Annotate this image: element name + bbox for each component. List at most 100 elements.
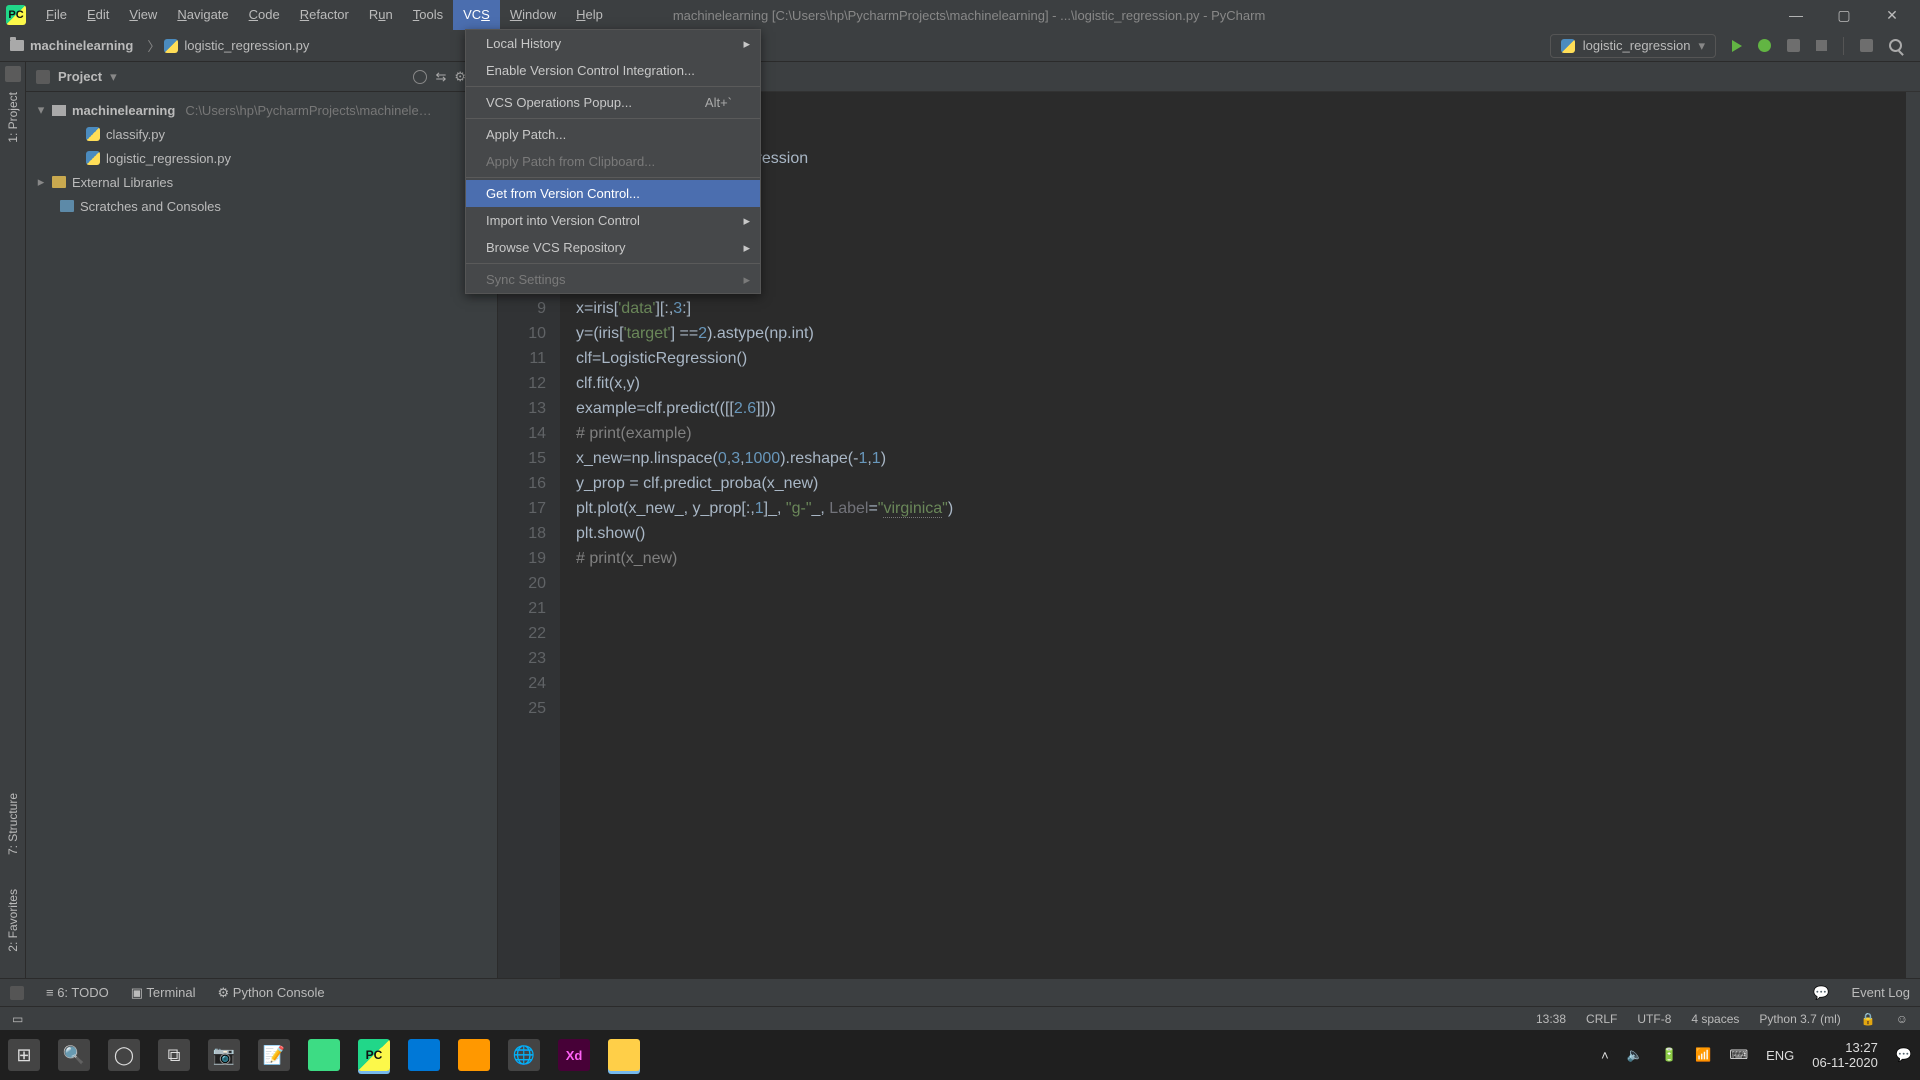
folder-icon	[52, 105, 66, 116]
notifications-icon[interactable]: 💬	[1896, 1047, 1912, 1063]
left-tab-project-label: 1: Project	[6, 86, 20, 149]
tree-root-label: machinelearning	[72, 103, 175, 118]
run-config-selector[interactable]: logistic_regression ▾	[1550, 34, 1716, 58]
tree-root-path: C:\Users\hp\PycharmProjects\machinele…	[185, 103, 431, 118]
locate-icon[interactable]	[413, 70, 427, 84]
debug-icon[interactable]	[1758, 39, 1771, 52]
status-quickdoc-icon[interactable]: ▭	[12, 1012, 23, 1026]
menu-tools[interactable]: Tools	[403, 0, 453, 30]
xd-icon[interactable]: Xd	[558, 1039, 590, 1071]
tree-file-logistic[interactable]: logistic_regression.py	[30, 146, 493, 170]
vcs-menu-item[interactable]: VCS Operations Popup...Alt+`	[466, 89, 760, 116]
status-caret-pos[interactable]: 13:38	[1536, 1012, 1566, 1026]
tree-file-classify[interactable]: classify.py	[30, 122, 493, 146]
maximize-icon[interactable]: ▢	[1820, 0, 1868, 30]
androidstudio-icon[interactable]	[308, 1039, 340, 1071]
coverage-icon[interactable]	[1787, 39, 1800, 52]
editor-error-stripe[interactable]	[1906, 92, 1920, 978]
run-icon[interactable]	[1732, 40, 1742, 52]
inspector-icon[interactable]: ☺	[1896, 1012, 1908, 1026]
bottom-tool-pyconsole[interactable]: ⚙ Python Console	[218, 985, 325, 1001]
chevron-right-icon: ▸	[743, 272, 750, 288]
menu-vcs[interactable]: VCS	[453, 0, 500, 30]
menu-file[interactable]: File	[36, 0, 77, 30]
minimize-icon[interactable]: —	[1772, 0, 1820, 30]
search-icon[interactable]	[1889, 39, 1902, 52]
bottom-tool-todo[interactable]: ≡ 6: TODO	[46, 985, 109, 1000]
wifi-icon[interactable]: 📶	[1695, 1047, 1711, 1063]
breadcrumb-file-label: logistic_regression.py	[184, 38, 309, 53]
vcs-menu-item: Sync Settings▸	[466, 266, 760, 293]
menu-help[interactable]: Help	[566, 0, 613, 30]
vcs-menu-item[interactable]: Browse VCS Repository▸	[466, 234, 760, 261]
vcs-menu-item[interactable]: Local History▸	[466, 30, 760, 57]
camera-icon[interactable]: 📷	[208, 1039, 240, 1071]
status-encoding[interactable]: UTF-8	[1637, 1012, 1671, 1026]
chevron-right-icon: ▸	[743, 213, 750, 229]
tree-external-libs[interactable]: ▸ External Libraries	[30, 170, 493, 194]
tree-file-label: logistic_regression.py	[106, 151, 231, 166]
menu-view[interactable]: View	[119, 0, 167, 30]
menu-code[interactable]: Code	[239, 0, 290, 30]
close-icon[interactable]: ✕	[1868, 0, 1916, 30]
taskbar-clock[interactable]: 13:27 06-11-2020	[1812, 1040, 1878, 1070]
taskbar-time: 13:27	[1845, 1040, 1878, 1055]
status-sdk[interactable]: Python 3.7 (ml)	[1759, 1012, 1840, 1026]
vcs-menu-item[interactable]: Apply Patch...	[466, 121, 760, 148]
pycharm-taskbar-icon[interactable]: PC	[358, 1039, 390, 1071]
editor-code[interactable]: plot as pltdatasetsmodel import Logistic…	[560, 92, 1906, 978]
stop-icon[interactable]	[1816, 40, 1827, 51]
tree-external-label: External Libraries	[72, 175, 173, 190]
run-config-label: logistic_regression	[1583, 38, 1691, 53]
event-log-button[interactable]: Event Log	[1851, 985, 1910, 1000]
volume-icon[interactable]: 🔈	[1627, 1047, 1643, 1063]
taskbar-date: 06-11-2020	[1812, 1055, 1878, 1070]
keyboard-icon[interactable]: ⌨	[1729, 1047, 1748, 1063]
tree-file-label: classify.py	[106, 127, 165, 142]
menu-refactor[interactable]: Refactor	[290, 0, 359, 30]
project-tool-icon	[5, 66, 21, 82]
menu-run[interactable]: Run	[359, 0, 403, 30]
menu-navigate[interactable]: Navigate	[167, 0, 238, 30]
chevron-down-icon: ▾	[36, 102, 46, 118]
lock-icon[interactable]: 🔒	[1861, 1012, 1876, 1026]
tray-chevron-icon[interactable]: ˄	[1601, 1048, 1609, 1063]
python-icon	[86, 127, 100, 141]
project-tool-icon	[36, 70, 50, 84]
left-tab-structure[interactable]: 7: Structure	[6, 787, 20, 861]
pycharm-icon: PC	[6, 5, 26, 25]
cortana-icon[interactable]: ◯	[108, 1039, 140, 1071]
tree-root[interactable]: ▾ machinelearning C:\Users\hp\PycharmPro…	[30, 98, 493, 122]
tree-scratches[interactable]: Scratches and Consoles	[30, 194, 493, 218]
start-menu-icon[interactable]: ⊞	[8, 1039, 40, 1071]
chevron-down-icon[interactable]: ▾	[110, 69, 117, 85]
breadcrumb-project[interactable]: machinelearning	[10, 38, 133, 53]
vcs-menu-item[interactable]: Import into Version Control▸	[466, 207, 760, 234]
expand-icon[interactable]: ⇆	[435, 69, 446, 85]
menu-window[interactable]: Window	[500, 0, 566, 30]
explorer-icon[interactable]	[608, 1039, 640, 1071]
folder-icon	[10, 40, 24, 51]
status-eol[interactable]: CRLF	[1586, 1012, 1617, 1026]
search-taskbar-icon[interactable]: 🔍	[58, 1039, 90, 1071]
breadcrumb-file[interactable]: logistic_regression.py	[164, 38, 309, 53]
vcs-menu-item[interactable]: Get from Version Control...	[466, 180, 760, 207]
bottom-tool-terminal[interactable]: ▣ Terminal	[131, 985, 196, 1001]
notes-icon[interactable]: 📝	[258, 1039, 290, 1071]
menu-edit[interactable]: Edit	[77, 0, 119, 30]
breadcrumb-project-label: machinelearning	[30, 38, 133, 53]
vscode-icon[interactable]	[408, 1039, 440, 1071]
chrome-icon[interactable]: 🌐	[508, 1039, 540, 1071]
chevron-right-icon: ▸	[743, 240, 750, 256]
indicator-icon[interactable]	[10, 986, 24, 1000]
python-icon	[164, 39, 178, 53]
input-lang[interactable]: ENG	[1766, 1048, 1794, 1063]
vcs-menu-item[interactable]: Enable Version Control Integration...	[466, 57, 760, 84]
update-icon[interactable]	[1860, 39, 1873, 52]
taskview-icon[interactable]: ⧉	[158, 1039, 190, 1071]
left-tab-project[interactable]: 1: Project	[5, 66, 21, 149]
left-tab-favorites[interactable]: 2: Favorites	[6, 883, 20, 958]
status-indent[interactable]: 4 spaces	[1691, 1012, 1739, 1026]
battery-icon[interactable]: 🔋	[1661, 1047, 1677, 1063]
sublime-icon[interactable]	[458, 1039, 490, 1071]
